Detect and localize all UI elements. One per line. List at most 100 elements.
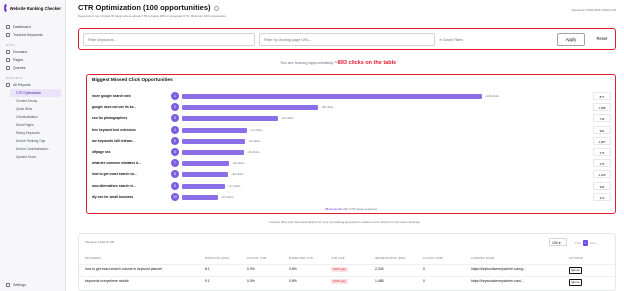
opportunity-impressions: 1,388 bbox=[593, 103, 611, 112]
main-content: CTR Optimization (100 opportunities) Key… bbox=[66, 0, 624, 291]
sidebar: Website Ranking Checker Dashboard Tracke… bbox=[0, 0, 66, 291]
opportunity-row[interactable]: diy seo for small business 10 ~23 clicks 37… bbox=[87, 192, 615, 202]
sidebar-item-queries[interactable]: Queries bbox=[0, 64, 65, 72]
sidebar-subitem-device-ranking-gap[interactable]: Device Ranking Gap bbox=[0, 137, 65, 145]
missed-clicks-prefix: You are leaving approximately bbox=[280, 60, 334, 65]
sidebar-item-settings[interactable]: Settings bbox=[0, 281, 32, 289]
sidebar-item-label: Dashboard bbox=[13, 25, 31, 29]
sidebar-item-domains[interactable]: Domains bbox=[0, 48, 65, 56]
per-page-select[interactable]: 100 ▾ bbox=[549, 238, 567, 246]
sidebar-item-label: Domains bbox=[13, 50, 28, 54]
globe-icon bbox=[6, 50, 10, 54]
sidebar-item-dashboard[interactable]: Dashboard bbox=[0, 23, 65, 31]
table-cell-keyword: keywords everywhere mobile bbox=[85, 279, 129, 283]
opportunity-impressions: 276 bbox=[593, 148, 611, 156]
reset-button[interactable]: Reset bbox=[591, 33, 613, 46]
sidebar-subitem-upward-score[interactable]: Upward Score bbox=[0, 153, 65, 161]
column-header[interactable]: ACTIONS bbox=[569, 256, 583, 260]
pagination: ‹ Prev 1 Next › bbox=[573, 240, 598, 246]
column-header[interactable]: IMPRESSIONS (30D) bbox=[375, 256, 406, 260]
opportunity-row[interactable]: are keywords still relevan... 5 ~40 clicks… bbox=[87, 136, 615, 146]
keywords-table: Showing 1-100 of 100 100 ▾ ‹ Prev 1 Next… bbox=[78, 233, 616, 291]
current-page-button[interactable]: 1 bbox=[582, 240, 588, 246]
column-header[interactable]: POSITION (AVG) bbox=[205, 256, 230, 260]
info-icon[interactable] bbox=[213, 5, 219, 11]
opportunity-row[interactable]: offpage seo 6 ~39 clicks 276 bbox=[87, 147, 615, 157]
clear-filters-link[interactable]: ✕ Cancel Filters bbox=[439, 38, 463, 42]
opportunity-bar bbox=[182, 138, 245, 144]
tag-icon bbox=[6, 33, 10, 37]
prev-page-button[interactable]: ‹ Prev bbox=[573, 241, 581, 245]
ignore-button[interactable]: Ignore bbox=[569, 267, 582, 274]
opportunity-row[interactable]: more google search web 1 ~190 clicks 877 bbox=[87, 91, 615, 101]
search-icon bbox=[6, 66, 10, 70]
landing-page-link[interactable]: https://keywordseverywhere.com/g... bbox=[471, 267, 526, 271]
table-cell-clicks: 0 bbox=[423, 267, 425, 271]
opportunity-row[interactable]: free keyword tool extension 4 ~41 clicks 98… bbox=[87, 125, 615, 135]
sidebar-item-all-reports[interactable]: All Reports bbox=[0, 81, 65, 89]
opportunity-row[interactable]: how to get exact search vo... 8 ~29 clicks… bbox=[87, 169, 615, 179]
opportunity-impressions: 372 bbox=[593, 192, 611, 201]
column-header[interactable]: LANDING PAGE bbox=[471, 256, 494, 260]
opportunity-row[interactable]: google does not use its ke... 2 ~86 clicks… bbox=[87, 102, 615, 112]
per-page-value: 100 bbox=[552, 241, 558, 245]
opportunity-rank-badge: 3 bbox=[171, 114, 179, 123]
opportunity-missed-clicks: ~39 clicks bbox=[247, 150, 260, 154]
next-page-button[interactable]: Next › bbox=[590, 241, 598, 245]
opportunity-row[interactable]: moz alternatives search vi... 9 ~27 clicks… bbox=[87, 181, 615, 191]
opportunity-rank-badge: 1 bbox=[171, 92, 179, 100]
home-icon bbox=[6, 25, 10, 29]
opportunity-impressions: 746 bbox=[593, 114, 611, 123]
opportunity-missed-clicks: ~40 clicks bbox=[248, 138, 261, 143]
column-header[interactable]: CLICKS (30D) bbox=[423, 256, 443, 260]
ignore-button[interactable]: Ignore bbox=[569, 279, 582, 286]
sidebar-subitem-rising-keywords[interactable]: Rising Keywords bbox=[0, 129, 65, 137]
sidebar-subitem-cannibalization[interactable]: Cannibalization bbox=[0, 113, 65, 121]
opportunity-missed-clicks: ~61 clicks bbox=[281, 116, 294, 121]
column-header[interactable]: CTR GAP bbox=[331, 256, 345, 260]
opportunity-impressions: 877 bbox=[593, 92, 611, 100]
date-range: December 2025-2026, 2026-3-18 bbox=[571, 8, 616, 12]
sidebar-subitem-dead-pages[interactable]: Dead Pages bbox=[0, 121, 65, 129]
table-cell-actual: 0.0% bbox=[247, 279, 255, 283]
showing-count: Showing 1-100 of 100 bbox=[85, 240, 115, 244]
column-header[interactable]: KEYWORD bbox=[85, 256, 101, 260]
sidebar-subitem-quick-wins[interactable]: Quick Wins bbox=[0, 105, 65, 113]
keyword-filter-input[interactable] bbox=[83, 33, 255, 46]
opportunity-keyword: what are common mistakes d... bbox=[92, 161, 141, 166]
opportunity-row[interactable]: what are common mistakes d... 7 ~30 clicks… bbox=[87, 158, 615, 168]
brand-name: Website Ranking Checker bbox=[9, 5, 61, 11]
missed-clicks-banner: You are leaving approximately ~893 click… bbox=[280, 60, 396, 66]
sidebar-item-tracked-keywords[interactable]: Tracked Keywords bbox=[0, 31, 65, 39]
sidebar-item-pages[interactable]: Pages bbox=[0, 56, 65, 64]
sidebar-subitem-ctr-optimization[interactable]: CTR Optimization bbox=[10, 89, 61, 97]
opportunity-keyword: how to get exact search vo... bbox=[92, 172, 137, 177]
landing-page-filter-input[interactable] bbox=[259, 33, 435, 46]
apply-button[interactable]: Apply bbox=[557, 33, 585, 46]
opportunity-impressions: 279 bbox=[593, 159, 611, 168]
file-icon bbox=[6, 58, 10, 62]
opportunity-bar bbox=[182, 105, 318, 111]
gear-icon bbox=[6, 283, 10, 287]
opportunity-missed-clicks: ~190 clicks bbox=[485, 94, 499, 98]
ctr-gap-badge: 100% gap bbox=[331, 267, 348, 272]
keywords-count-link[interactable]: 98 keywords bbox=[325, 207, 342, 211]
opportunity-keyword: offpage seo bbox=[92, 150, 111, 154]
table-cell-actual: 0.0% bbox=[247, 267, 255, 271]
table-cell-expected: 0.8% bbox=[289, 279, 297, 283]
landing-page-link[interactable]: https://keywordseverywhere.com/... bbox=[471, 279, 524, 283]
opportunity-rank-badge: 8 bbox=[171, 170, 179, 179]
missed-clicks-value: ~893 clicks on the table bbox=[334, 60, 397, 66]
opportunity-row[interactable]: seo for photographers 3 ~61 clicks 746 bbox=[87, 113, 615, 123]
opportunity-keyword: more google search web bbox=[92, 94, 131, 98]
chart-icon bbox=[6, 83, 10, 87]
opportunity-missed-clicks: ~41 clicks bbox=[250, 127, 263, 132]
missed-opportunities-card: Biggest Missed Click Opportunities 98 ke… bbox=[86, 74, 616, 214]
page-subtitle: Keywords in top 10 (last 30 days) where … bbox=[78, 14, 227, 18]
column-header[interactable]: ACTUAL CTR bbox=[247, 256, 266, 260]
column-header[interactable]: EXPECTED CTR bbox=[289, 256, 313, 260]
sidebar-subitem-device-cannibalization[interactable]: Device Cannibalization bbox=[0, 145, 65, 153]
sidebar-subitem-content-decay[interactable]: Content Decay bbox=[0, 97, 65, 105]
brand[interactable]: Website Ranking Checker bbox=[0, 0, 65, 16]
table-cell-impressions: 1,488 bbox=[375, 279, 384, 283]
